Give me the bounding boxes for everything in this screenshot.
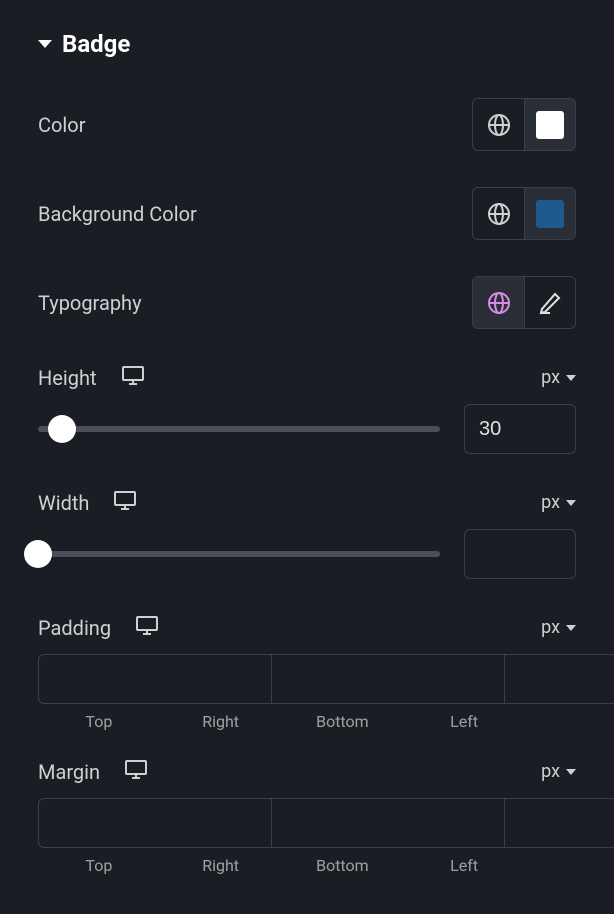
section-title: Badge <box>62 30 130 58</box>
padding-top-label: Top <box>38 712 160 731</box>
padding-top-input[interactable] <box>38 654 272 704</box>
bgcolor-global-button[interactable] <box>473 188 524 239</box>
margin-label: Margin <box>38 760 100 784</box>
padding-unit-select[interactable]: px <box>541 617 576 638</box>
bgcolor-controls <box>472 187 576 240</box>
padding-bottom-label: Bottom <box>282 712 404 731</box>
chevron-down-icon <box>38 40 52 48</box>
color-global-button[interactable] <box>473 99 524 150</box>
typography-label: Typography <box>38 291 142 315</box>
typography-edit-button[interactable] <box>524 277 575 328</box>
margin-top-label: Top <box>38 856 160 875</box>
width-label: Width <box>38 491 89 515</box>
height-input[interactable] <box>464 404 576 454</box>
height-slider[interactable] <box>38 426 440 432</box>
bgcolor-row: Background Color <box>38 187 576 240</box>
padding-right-label: Right <box>160 712 282 731</box>
width-unit-value: px <box>541 492 560 513</box>
padding-label: Padding <box>38 616 111 640</box>
width-input[interactable] <box>464 529 576 579</box>
margin-top-input[interactable] <box>38 798 272 848</box>
color-swatch-button[interactable] <box>524 99 575 150</box>
margin-bottom-input[interactable] <box>505 798 614 848</box>
margin-unit-value: px <box>541 761 560 782</box>
height-unit-select[interactable]: px <box>541 367 576 388</box>
width-section: Width px <box>38 490 576 579</box>
padding-right-input[interactable] <box>272 654 505 704</box>
chevron-down-icon <box>566 375 576 381</box>
chevron-down-icon <box>566 769 576 775</box>
margin-unit-select[interactable]: px <box>541 761 576 782</box>
desktop-icon[interactable] <box>135 615 159 640</box>
color-label: Color <box>38 113 85 137</box>
bgcolor-label: Background Color <box>38 202 197 226</box>
width-slider[interactable] <box>38 551 440 557</box>
desktop-icon[interactable] <box>113 490 137 515</box>
color-controls <box>472 98 576 151</box>
typography-global-button[interactable] <box>473 277 524 328</box>
padding-section: Padding px Top Right Bottom Left <box>38 615 576 731</box>
margin-left-label: Left <box>403 856 525 875</box>
width-unit-select[interactable]: px <box>541 492 576 513</box>
typography-controls <box>472 276 576 329</box>
color-swatch <box>536 111 564 139</box>
height-slider-thumb[interactable] <box>48 415 76 443</box>
bgcolor-swatch-button[interactable] <box>524 188 575 239</box>
desktop-icon[interactable] <box>121 365 145 390</box>
padding-bottom-input[interactable] <box>505 654 614 704</box>
color-row: Color <box>38 98 576 151</box>
height-label: Height <box>38 366 97 390</box>
chevron-down-icon <box>566 500 576 506</box>
height-unit-value: px <box>541 367 560 388</box>
margin-right-label: Right <box>160 856 282 875</box>
width-slider-thumb[interactable] <box>24 540 52 568</box>
margin-right-input[interactable] <box>272 798 505 848</box>
margin-section: Margin px Top Right Bottom Left <box>38 759 576 875</box>
typography-row: Typography <box>38 276 576 329</box>
section-toggle[interactable]: Badge <box>38 30 576 58</box>
margin-bottom-label: Bottom <box>282 856 404 875</box>
desktop-icon[interactable] <box>124 759 148 784</box>
bgcolor-swatch <box>536 200 564 228</box>
chevron-down-icon <box>566 625 576 631</box>
padding-unit-value: px <box>541 617 560 638</box>
padding-left-label: Left <box>403 712 525 731</box>
height-section: Height px <box>38 365 576 454</box>
